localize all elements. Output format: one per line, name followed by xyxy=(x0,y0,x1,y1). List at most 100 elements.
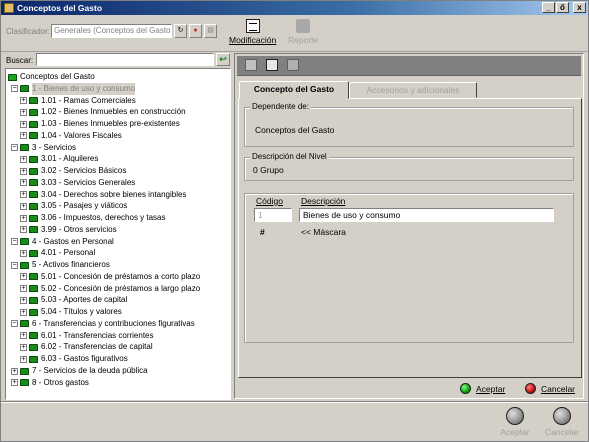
folder-icon xyxy=(29,202,38,210)
tree-node-label: 3.04 - Derechos sobre bienes intangibles xyxy=(41,189,187,199)
restore-button[interactable]: ő xyxy=(556,2,569,13)
app-icon xyxy=(4,3,14,13)
expand-icon[interactable]: + xyxy=(20,214,27,222)
tree-node[interactable]: − 3 - Servicios xyxy=(11,142,76,154)
reporte-button[interactable]: Reporte xyxy=(288,19,318,45)
expand-icon[interactable]: + xyxy=(20,179,27,187)
expand-icon[interactable]: + xyxy=(20,343,27,351)
collapse-icon[interactable]: − xyxy=(11,144,18,152)
footer-aceptar-label: Aceptar xyxy=(500,427,530,437)
mask-label[interactable]: << Máscara xyxy=(301,227,346,237)
tab-accesorios-adicionales[interactable]: Accesorios y adicionales xyxy=(349,82,477,98)
codigo-field[interactable]: 1 xyxy=(254,208,292,222)
collapse-icon[interactable]: − xyxy=(11,320,18,328)
tree-node-label: 3.03 - Servicios Generales xyxy=(41,177,136,187)
expand-icon[interactable]: + xyxy=(20,285,27,293)
tree-node-label: 3.01 - Alquileres xyxy=(41,154,99,164)
expand-icon[interactable]: + xyxy=(20,120,27,128)
tree-node[interactable]: +1.01 - Ramas Comerciales xyxy=(20,95,136,107)
concepts-tree[interactable]: Conceptos del Gasto −1 - Bienes de uso y … xyxy=(5,68,231,400)
tree-node[interactable]: +1.02 - Bienes Inmuebles en construcción xyxy=(20,106,186,118)
collapse-icon[interactable]: − xyxy=(11,261,18,269)
clasificador-target-button[interactable]: ● xyxy=(189,24,202,38)
expand-icon[interactable]: + xyxy=(20,332,27,340)
clasificador-select[interactable]: Generales (Conceptos del Gasto) xyxy=(51,24,172,38)
expand-icon[interactable]: + xyxy=(20,296,27,304)
tree-node-label: Conceptos del Gasto xyxy=(20,72,95,81)
folder-icon xyxy=(29,120,38,128)
tree-node[interactable]: +5.04 - Títulos y valores xyxy=(20,306,122,318)
expand-icon[interactable]: + xyxy=(20,273,27,281)
tree-node[interactable]: +4.01 - Personal xyxy=(20,247,95,259)
search-go-icon[interactable]: ↩ xyxy=(216,53,230,66)
expand-icon[interactable]: + xyxy=(20,191,27,199)
detail-actions: Aceptar Cancelar xyxy=(235,379,583,398)
tree-node[interactable]: +3.01 - Alquileres xyxy=(20,153,98,165)
expand-icon[interactable]: + xyxy=(20,355,27,363)
tab-concepto-del-gasto[interactable]: Concepto del Gasto xyxy=(239,81,349,99)
tree-node-label: 1.02 - Bienes Inmuebles en construcción xyxy=(41,107,186,117)
clasificador-options-button[interactable]: ▤ xyxy=(204,24,217,38)
tree-node[interactable]: +6.02 - Transferencias de capital xyxy=(20,341,153,353)
folder-icon xyxy=(29,273,38,281)
tree-node[interactable]: +5.03 - Aportes de capital xyxy=(20,294,127,306)
modificacion-label: Modificación xyxy=(229,35,277,45)
expand-icon[interactable]: + xyxy=(20,308,27,316)
expand-icon[interactable]: + xyxy=(20,202,27,210)
search-input[interactable] xyxy=(36,53,214,66)
tree-node[interactable]: +3.99 - Otros servicios xyxy=(20,224,117,236)
mask-hash: # xyxy=(260,227,265,237)
modificacion-button[interactable]: Modificación xyxy=(229,19,276,45)
dependiente-title: Dependente de: xyxy=(250,102,311,111)
folder-icon xyxy=(29,108,38,116)
expand-icon[interactable]: + xyxy=(20,132,27,140)
tree-node[interactable]: − 1 - Bienes de uso y consumo xyxy=(11,82,136,95)
tree-node[interactable]: Conceptos del Gasto xyxy=(8,71,95,83)
clasificador-refresh-button[interactable]: ↻ xyxy=(174,24,187,38)
tree-node[interactable]: +5.01 - Concesión de préstamos a corto p… xyxy=(20,271,200,283)
toolbar: Clasificador: Generales (Conceptos del G… xyxy=(1,16,588,52)
close-button[interactable]: x xyxy=(573,2,586,13)
tree-node[interactable]: +7 - Servicios de la deuda pública xyxy=(11,365,148,377)
new-record-icon[interactable] xyxy=(245,59,257,71)
tree-node[interactable]: +6.03 - Gastos figurativos xyxy=(20,353,128,365)
expand-icon[interactable]: + xyxy=(20,249,27,257)
expand-icon[interactable]: + xyxy=(11,367,18,375)
expand-icon[interactable]: + xyxy=(20,155,27,163)
detail-cancelar-button[interactable]: Cancelar xyxy=(525,380,575,397)
tree-node[interactable]: − 6 - Transferencias y contribuciones fig… xyxy=(11,318,195,330)
folder-icon xyxy=(29,132,38,140)
tree-node[interactable]: +1.03 - Bienes Inmuebles pre-existentes xyxy=(20,118,180,130)
tree-node[interactable]: − 4 - Gastos en Personal xyxy=(11,236,114,248)
tree-node-label: 5 - Activos financieros xyxy=(32,260,110,270)
minimize-button[interactable]: _ xyxy=(542,2,555,13)
tree-node-label: 3.02 - Servicios Básicos xyxy=(41,166,127,176)
expand-icon[interactable]: + xyxy=(11,379,18,387)
expand-icon[interactable]: + xyxy=(20,108,27,116)
tree-node[interactable]: +3.02 - Servicios Básicos xyxy=(20,165,126,177)
tree-node[interactable]: +3.04 - Derechos sobre bienes intangible… xyxy=(20,189,186,201)
detail-aceptar-button[interactable]: Aceptar xyxy=(460,380,505,397)
tree-node[interactable]: − 5 - Activos financieros xyxy=(11,259,110,271)
delete-record-icon[interactable] xyxy=(287,59,299,71)
tree-node[interactable]: +1.04 - Valores Fiscales xyxy=(20,130,122,142)
tree-node-label: 5.03 - Aportes de capital xyxy=(41,295,128,305)
tree-node[interactable]: +3.03 - Servicios Generales xyxy=(20,177,135,189)
collapse-icon[interactable]: − xyxy=(11,85,18,93)
tree-node[interactable]: +6.01 - Transferencias corrientes xyxy=(20,330,154,342)
tree-node[interactable]: +3.05 - Pasajes y viáticos xyxy=(20,200,127,212)
footer-separator xyxy=(1,401,588,402)
expand-icon[interactable]: + xyxy=(20,226,27,234)
tree-node[interactable]: +5.02 - Concesión de préstamos a largo p… xyxy=(20,283,200,295)
edit-record-icon[interactable] xyxy=(266,59,278,71)
collapse-icon[interactable]: − xyxy=(11,238,18,246)
tree-node[interactable]: +8 - Otros gastos xyxy=(11,377,89,389)
report-icon xyxy=(296,19,311,33)
expand-icon[interactable]: + xyxy=(20,97,27,105)
footer-cancelar-button[interactable]: Cancelar xyxy=(542,407,582,437)
expand-icon[interactable]: + xyxy=(20,167,27,175)
footer-aceptar-button[interactable]: Aceptar xyxy=(495,407,535,437)
descripcion-field[interactable]: Bienes de uso y consumo xyxy=(299,208,554,222)
clasificador-label: Clasificador: xyxy=(6,27,51,36)
tree-node[interactable]: +3.06 - Impuestos, derechos y tasas xyxy=(20,212,166,224)
